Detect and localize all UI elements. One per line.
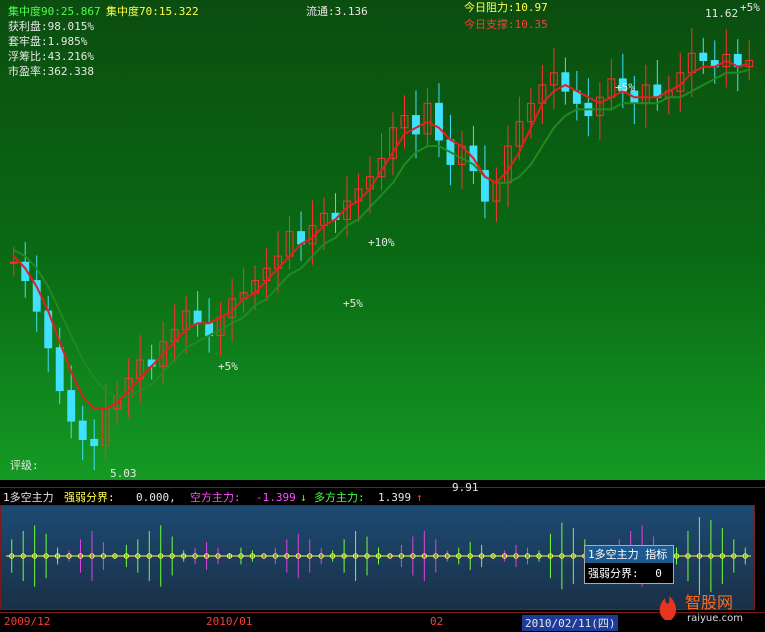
- candle-body: [193, 310, 202, 324]
- pct-mark: +5%: [740, 1, 760, 14]
- popup-row-value: 0: [655, 567, 662, 580]
- bull-arrow-icon: ↑: [416, 491, 423, 504]
- boundary-label: 强弱分界:: [64, 491, 115, 504]
- watermark-logo: 智股网 raiyue.com: [659, 593, 743, 624]
- bear-label: 空方主力:: [190, 491, 241, 504]
- candle-body: [699, 52, 708, 62]
- float-chip-ratio-text: 浮筹比:43.216%: [8, 50, 94, 63]
- popup-title: 1多空主力: [588, 548, 639, 561]
- candle-body: [67, 390, 76, 422]
- pe-ratio-text: 市盈率:362.338: [8, 65, 94, 78]
- low-price-label: 5.03: [110, 467, 137, 480]
- profit-ratio-text: 获利盘:98.015%: [8, 20, 94, 33]
- candle-body: [561, 72, 570, 92]
- watermark-cn: 智股网: [685, 593, 733, 612]
- popup-tag: 指标: [645, 548, 668, 561]
- popup-body: 强弱分界: 0: [585, 563, 673, 583]
- circulation-text: 流通:3.136: [306, 5, 368, 18]
- flame-icon: [659, 596, 677, 620]
- ma-red-line: [12, 59, 750, 410]
- bull-label: 多方主力:: [314, 491, 365, 504]
- pct-mark: +5%: [218, 360, 238, 373]
- bull-value: 1.399: [378, 491, 412, 504]
- popup-header: 1多空主力 指标: [585, 546, 673, 563]
- rating-label: 评级:: [10, 459, 39, 472]
- popup-row-label: 强弱分界:: [588, 567, 639, 580]
- candle-body: [90, 438, 99, 447]
- indicator-name[interactable]: 1多空主力: [3, 492, 54, 504]
- bear-arrow-icon: ↓: [300, 491, 307, 504]
- candle-body: [78, 420, 87, 440]
- watermark: 智股网 raiyue.com: [651, 590, 761, 627]
- indicator-header: 1多空主力 强弱分界: 0.000, 空方主力: -1.399 ↓ 多方主力: …: [0, 482, 765, 506]
- high-price-label: 11.62: [705, 7, 739, 20]
- pct-mark: +10%: [368, 236, 395, 249]
- candle-body: [9, 261, 18, 264]
- ma-green-line: [13, 68, 750, 398]
- concentration-90-text: 集中度90:25.867: [8, 5, 101, 18]
- boundary-value: 0.000,: [136, 491, 176, 504]
- candle-body: [435, 102, 443, 141]
- date-label: 2009/12: [4, 615, 51, 628]
- candle-body: [55, 347, 64, 392]
- resistance-today-text: 今日阻力:10.97: [464, 1, 548, 14]
- selected-date-label[interactable]: 2010/02/11(四): [522, 615, 619, 631]
- pct-mark: +5%: [615, 81, 635, 94]
- pct-mark: +5%: [343, 297, 363, 310]
- watermark-en: raiyue.com: [687, 613, 743, 624]
- date-label: 2010/01: [206, 615, 253, 628]
- low-marker-label: 9.91: [452, 481, 479, 494]
- trapped-ratio-text: 套牢盘:1.985%: [8, 35, 88, 48]
- concentration-70-text: 集中度70:15.322: [106, 5, 199, 18]
- indicator-popup[interactable]: 1多空主力 指标 强弱分界: 0: [584, 545, 674, 584]
- bear-value: -1.399: [256, 491, 296, 504]
- candle-body: [412, 115, 420, 135]
- date-label: 02: [430, 615, 444, 628]
- price-chart-panel[interactable]: 集中度90:25.867 集中度70:15.322 获利盘:98.015% 套牢…: [0, 0, 765, 480]
- support-today-text: 今日支撑:10.35: [464, 18, 548, 31]
